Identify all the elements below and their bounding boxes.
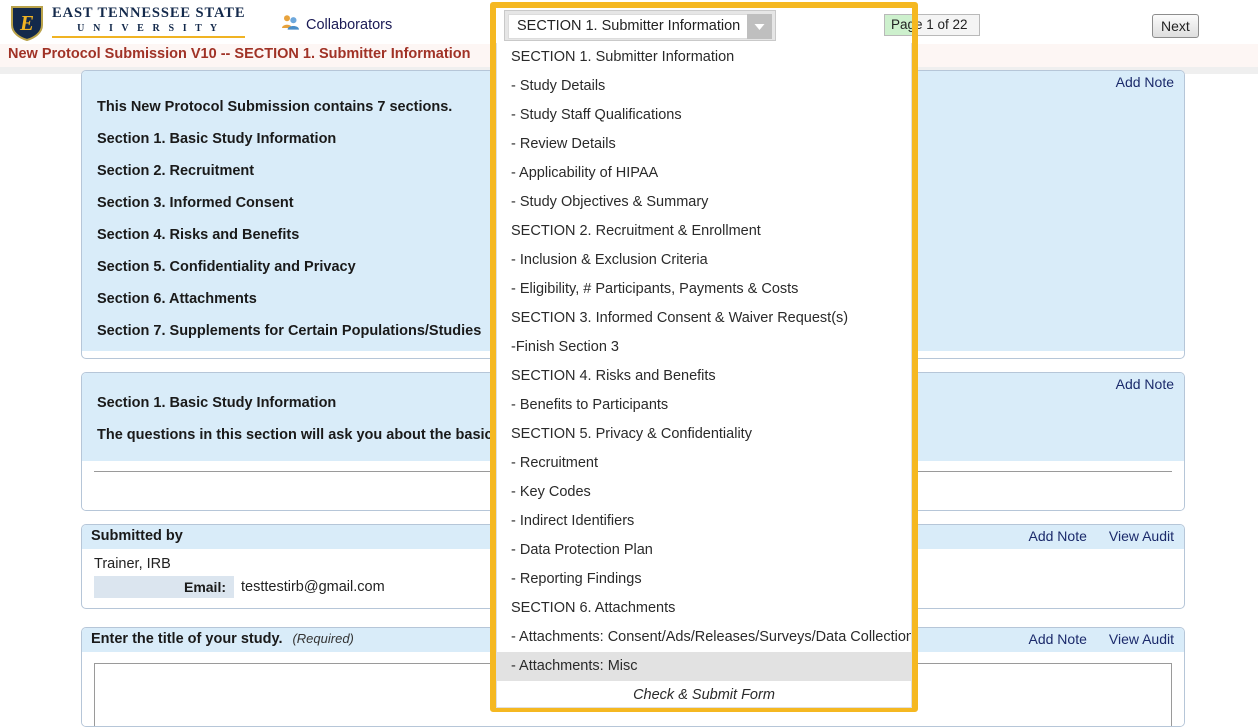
page-indicator-text: Page 1 of 22 — [891, 17, 968, 32]
required-marker: (Required) — [292, 631, 354, 646]
submitted-by-title: Submitted by — [91, 528, 183, 544]
add-note-link[interactable]: Add Note — [1029, 528, 1087, 544]
dropdown-option[interactable]: SECTION 1. Submitter Information — [497, 43, 911, 72]
chevron-down-icon[interactable] — [747, 14, 772, 39]
dropdown-option[interactable]: - Review Details — [497, 130, 911, 159]
section1-panel-links: Add Note — [1116, 376, 1174, 392]
dropdown-option[interactable]: -Finish Section 3 — [497, 333, 911, 362]
dropdown-option[interactable]: - Indirect Identifiers — [497, 507, 911, 536]
dropdown-option[interactable]: SECTION 6. Attachments — [497, 594, 911, 623]
study-title-question: Enter the title of your study. (Required) — [91, 631, 354, 647]
dropdown-option[interactable]: Check & Submit Form — [497, 681, 911, 707]
add-note-link[interactable]: Add Note — [1116, 74, 1174, 90]
dropdown-option[interactable]: - Reporting Findings — [497, 565, 911, 594]
section-nav-select[interactable]: SECTION 1. Submitter Information — [504, 10, 776, 41]
page-indicator-field[interactable]: Page 1 of 22 — [884, 14, 980, 36]
logo-underline — [52, 35, 246, 38]
dropdown-option[interactable]: - Inclusion & Exclusion Criteria — [497, 246, 911, 275]
application-window: E EAST TENNESSEE STATE U N I V E R S I T… — [0, 0, 1258, 727]
add-note-link[interactable]: Add Note — [1116, 376, 1174, 392]
overview-panel-links: Add Note — [1116, 74, 1174, 90]
view-audit-link[interactable]: View Audit — [1109, 631, 1174, 647]
dropdown-option[interactable]: SECTION 4. Risks and Benefits — [497, 362, 911, 391]
dropdown-option[interactable]: - Data Protection Plan — [497, 536, 911, 565]
form-title-text: New Protocol Submission V10 -- SECTION 1… — [8, 46, 471, 62]
etsu-logo: E EAST TENNESSEE STATE U N I V E R S I T… — [10, 5, 246, 42]
dropdown-option[interactable]: - Study Staff Qualifications — [497, 101, 911, 130]
dropdown-option[interactable]: - Applicability of HIPAA — [497, 159, 911, 188]
dropdown-option[interactable]: - Key Codes — [497, 478, 911, 507]
study-title-links: Add Note View Audit — [1029, 631, 1175, 647]
collaborators-label: Collaborators — [306, 16, 393, 33]
logo-line-1: EAST TENNESSEE STATE — [52, 5, 246, 22]
submitted-by-links: Add Note View Audit — [1029, 528, 1175, 544]
dropdown-option[interactable]: - Recruitment — [497, 449, 911, 478]
study-title-question-text: Enter the title of your study. — [91, 631, 283, 647]
dropdown-option[interactable]: - Benefits to Participants — [497, 391, 911, 420]
dropdown-option[interactable]: - Study Details — [497, 72, 911, 101]
add-note-link[interactable]: Add Note — [1029, 631, 1087, 647]
logo-line-2: U N I V E R S I T Y — [77, 22, 221, 34]
etsu-wordmark: EAST TENNESSEE STATE U N I V E R S I T Y — [52, 5, 246, 40]
view-audit-link[interactable]: View Audit — [1109, 528, 1174, 544]
section-nav-dropdown-list[interactable]: SECTION 1. Submitter Information - Study … — [496, 43, 912, 708]
dropdown-option[interactable]: - Attachments: Consent/Ads/Releases/Surv… — [497, 623, 911, 652]
dropdown-option[interactable]: SECTION 5. Privacy & Confidentiality — [497, 420, 911, 449]
two-people-icon — [281, 14, 299, 35]
collaborators-link[interactable]: Collaborators — [281, 14, 392, 35]
section-nav-selected-value: SECTION 1. Submitter Information — [508, 14, 748, 39]
dropdown-option[interactable]: - Attachments: Misc — [497, 652, 911, 681]
dropdown-option[interactable]: SECTION 2. Recruitment & Enrollment — [497, 217, 911, 246]
dropdown-option[interactable]: - Eligibility, # Participants, Payments … — [497, 275, 911, 304]
dropdown-option[interactable]: SECTION 3. Informed Consent & Waiver Req… — [497, 304, 911, 333]
email-label: Email: — [94, 576, 234, 598]
etsu-shield-icon: E — [10, 5, 44, 42]
svg-text:E: E — [19, 11, 34, 35]
dropdown-option[interactable]: - Study Objectives & Summary — [497, 188, 911, 217]
next-button[interactable]: Next — [1152, 14, 1199, 38]
